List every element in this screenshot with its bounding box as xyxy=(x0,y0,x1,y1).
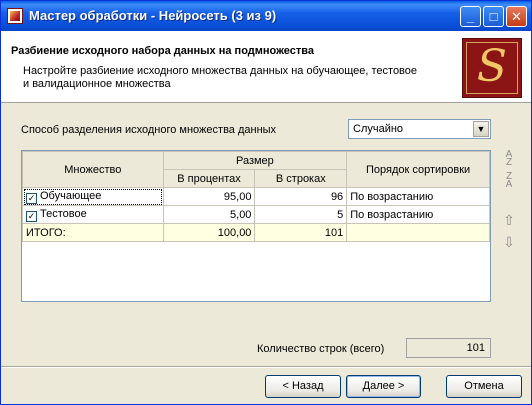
split-method-label: Способ разделения исходного множества да… xyxy=(21,124,277,136)
wizard-window: Мастер обработки - Нейросеть (3 из 9) _ … xyxy=(0,0,532,405)
total-sort xyxy=(346,223,490,242)
total-rows: 101 xyxy=(254,223,348,242)
total-row: ИТОГО: 100,00 101 xyxy=(22,223,490,242)
total-percent: 100,00 xyxy=(162,223,256,242)
rows-cell[interactable]: 5 xyxy=(254,205,348,224)
set-name-cell[interactable]: ✓ Обучающее xyxy=(22,187,164,206)
table-row[interactable]: ✓ Обучающее 95,00 96 По возрастанию xyxy=(22,187,490,206)
subsets-grid[interactable]: Множество Размер Порядок сортировки В пр… xyxy=(21,150,491,302)
move-down-icon[interactable]: ⇩ xyxy=(500,233,518,251)
sort-cell[interactable]: По возрастанию xyxy=(346,187,490,206)
subsets-table: Множество Размер Порядок сортировки В пр… xyxy=(22,151,490,242)
set-name: Обучающее xyxy=(40,189,102,202)
move-up-icon[interactable]: ⇧ xyxy=(500,211,518,229)
row-count-value: 101 xyxy=(406,338,491,358)
deductor-logo-icon: S xyxy=(462,38,522,98)
column-header-percent[interactable]: В процентах xyxy=(162,169,256,188)
row-count-label: Количество строк (всего) xyxy=(257,343,385,355)
wizard-header: Разбиение исходного набора данных на под… xyxy=(1,31,531,103)
close-button[interactable]: ✕ xyxy=(506,6,527,27)
step-title: Разбиение исходного набора данных на под… xyxy=(11,45,314,57)
logo-letter: S xyxy=(466,42,518,94)
split-method-value: Случайно xyxy=(353,123,404,135)
back-button[interactable]: < Назад xyxy=(265,375,341,398)
sort-ascending-icon[interactable]: A Z xyxy=(500,150,518,169)
table-row[interactable]: ✓ Тестовое 5,00 5 По возрастанию xyxy=(22,205,490,224)
rows-cell[interactable]: 96 xyxy=(254,187,348,206)
percent-cell[interactable]: 5,00 xyxy=(162,205,256,224)
title-bar[interactable]: Мастер обработки - Нейросеть (3 из 9) _ … xyxy=(1,1,531,31)
set-name: Тестовое xyxy=(40,207,87,220)
column-header-rows[interactable]: В строках xyxy=(254,169,348,188)
split-method-select[interactable]: Случайно ▼ xyxy=(348,119,491,139)
footer-divider xyxy=(1,366,531,368)
sort-cell[interactable]: По возрастанию xyxy=(346,205,490,224)
chevron-down-icon[interactable]: ▼ xyxy=(473,121,489,137)
next-button[interactable]: Далее > xyxy=(346,375,421,398)
app-icon xyxy=(7,8,23,24)
column-header-set[interactable]: Множество xyxy=(22,151,164,188)
checkbox[interactable]: ✓ xyxy=(26,210,37,222)
set-name-cell[interactable]: ✓ Тестовое xyxy=(22,205,164,224)
minimize-button[interactable]: _ xyxy=(460,6,481,27)
column-header-sort[interactable]: Порядок сортировки xyxy=(346,151,490,188)
percent-cell[interactable]: 95,00 xyxy=(162,187,256,206)
sort-descending-icon[interactable]: Z A xyxy=(500,172,518,191)
window-title: Мастер обработки - Нейросеть (3 из 9) xyxy=(29,8,277,23)
maximize-button[interactable]: □ xyxy=(483,6,504,27)
checkbox[interactable]: ✓ xyxy=(26,192,37,204)
cancel-button[interactable]: Отмена xyxy=(446,375,522,398)
total-label: ИТОГО: xyxy=(22,223,164,242)
step-description: Настройте разбиение исходного множества … xyxy=(23,65,418,90)
column-header-size: Размер xyxy=(162,151,348,170)
